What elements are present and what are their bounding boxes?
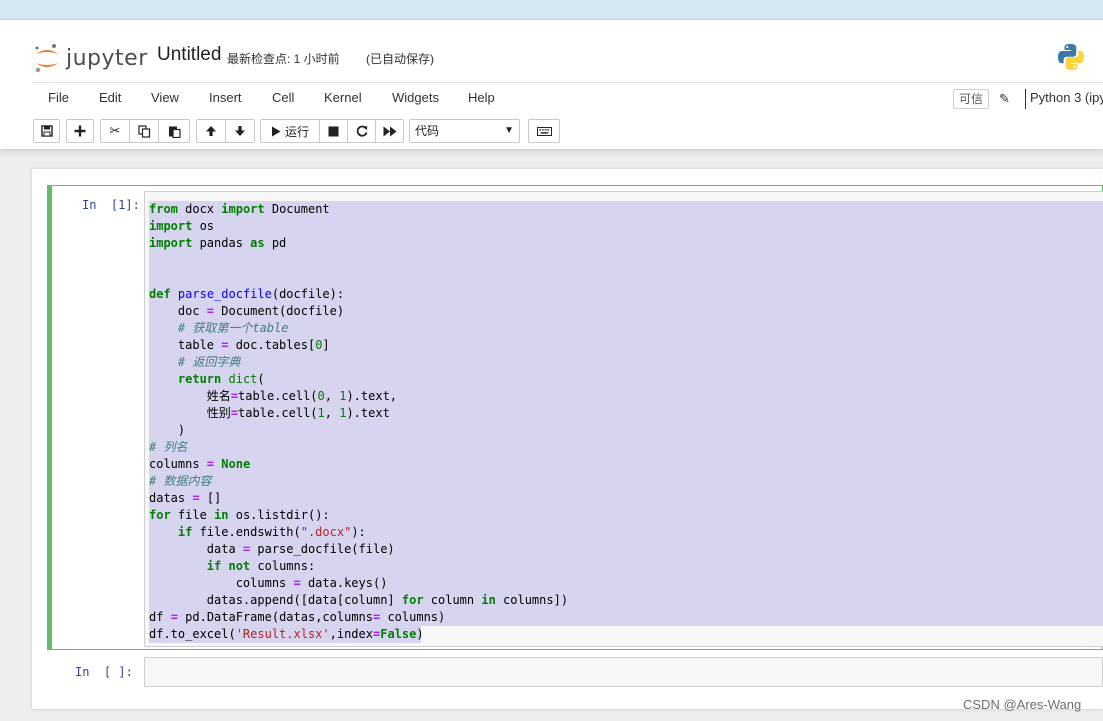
notebook-name[interactable]: Untitled — [157, 44, 221, 66]
copy-icon — [137, 124, 150, 138]
copy-button[interactable] — [129, 119, 159, 143]
menu-widgets[interactable]: Widgets — [392, 90, 439, 105]
cell-type-value: 代码 — [415, 124, 440, 138]
fast-forward-icon — [383, 126, 396, 136]
browser-top-strip — [0, 0, 1103, 20]
code-editor-empty[interactable] — [144, 657, 1103, 687]
paste-icon — [168, 126, 181, 138]
menu-help[interactable]: Help — [468, 90, 495, 105]
notebook-header: jupyter Untitled 最新检查点: 1 小时前 (已自动保存) Fi… — [0, 20, 1103, 150]
edit-pencil-icon[interactable]: ✎ — [999, 91, 1010, 107]
logo-text: jupyter — [66, 45, 148, 71]
move-down-button[interactable] — [225, 119, 255, 143]
cut-icon: ✂ — [109, 123, 121, 138]
add-cell-icon — [74, 125, 86, 137]
menu-edit[interactable]: Edit — [99, 90, 121, 105]
checkpoint-status: 最新检查点: 1 小时前 — [227, 52, 340, 66]
command-palette-button[interactable] — [528, 119, 560, 143]
cut-button[interactable]: ✂ — [100, 119, 130, 143]
code-cell-empty[interactable]: In [ ]: — [52, 657, 1103, 689]
move-up-icon — [206, 126, 216, 136]
chevron-down-icon: ▼ — [504, 125, 514, 136]
code-editor[interactable]: from docx import Document import os impo… — [144, 191, 1103, 647]
notebook-container: In [1]: from docx import Document import… — [32, 169, 1103, 709]
code-cell-selected[interactable]: In [1]: from docx import Document import… — [47, 185, 1103, 650]
stop-icon — [328, 126, 339, 136]
menu-insert[interactable]: Insert — [209, 90, 242, 105]
run-label: 运行 — [284, 124, 309, 139]
kernel-name[interactable]: Python 3 (ipy — [1030, 90, 1103, 105]
restart-button[interactable] — [347, 119, 376, 143]
python-logo-icon — [1058, 44, 1084, 70]
paste-button[interactable] — [158, 119, 190, 143]
move-up-button[interactable] — [196, 119, 226, 143]
menu-file[interactable]: File — [48, 90, 69, 105]
autosave-status: (已自动保存) — [366, 52, 434, 66]
cell-prompt: In [1]: — [82, 198, 140, 212]
add-cell-button[interactable] — [66, 119, 94, 143]
menu-cell[interactable]: Cell — [272, 90, 294, 105]
menu-kernel[interactable]: Kernel — [324, 90, 362, 105]
jupyter-logo[interactable]: jupyter — [34, 42, 148, 74]
cell-prompt: In [ ]: — [75, 665, 133, 679]
save-icon — [40, 125, 53, 137]
code-text: from docx import Document import os impo… — [149, 202, 569, 641]
run-icon — [271, 126, 281, 136]
move-down-icon — [235, 126, 245, 136]
save-button[interactable] — [33, 119, 60, 143]
menubar: File Edit View Insert Cell Kernel Widget… — [32, 82, 1103, 112]
restart-icon — [356, 125, 367, 137]
menu-view[interactable]: View — [151, 90, 179, 105]
watermark: CSDN @Ares-Wang — [963, 697, 1082, 712]
trusted-indicator[interactable]: 可信 — [953, 89, 990, 109]
interrupt-button[interactable] — [319, 119, 348, 143]
run-button[interactable]: 运行 — [260, 119, 320, 143]
keyboard-icon — [536, 126, 552, 136]
kernel-divider — [1025, 89, 1026, 109]
restart-run-all-button[interactable] — [375, 119, 404, 143]
jupyter-logo-icon — [35, 44, 58, 73]
cell-type-select[interactable]: 代码 ▼ — [409, 119, 520, 143]
